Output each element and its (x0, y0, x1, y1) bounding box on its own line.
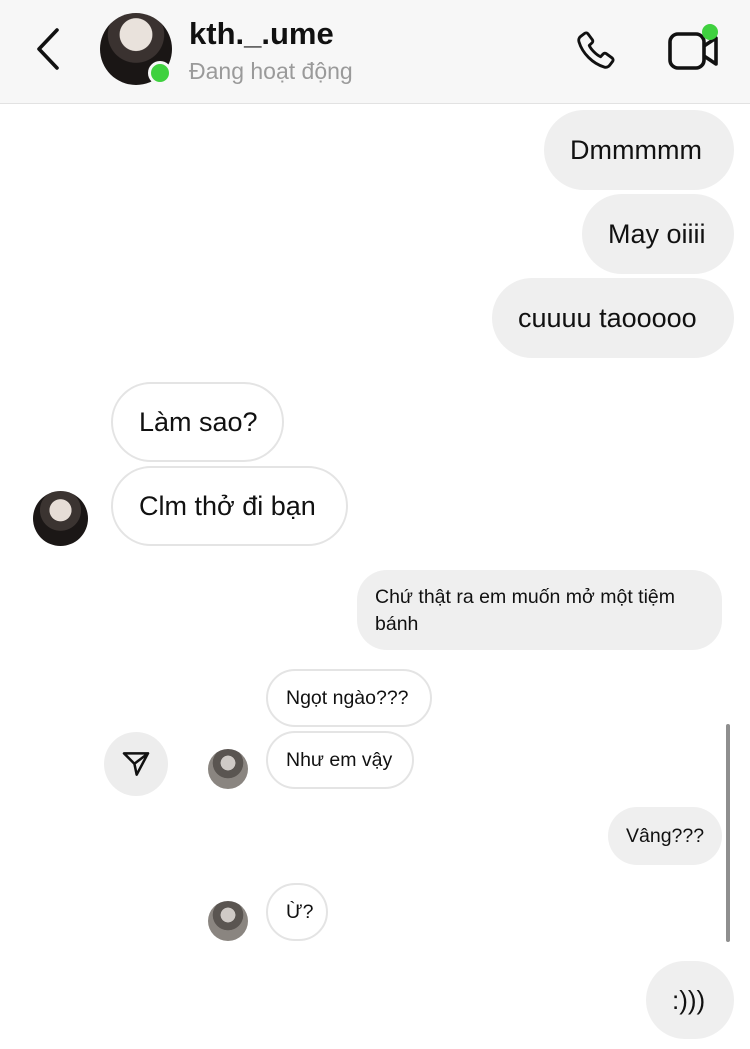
contact-avatar[interactable] (100, 13, 172, 85)
sender-avatar[interactable] (208, 749, 248, 789)
contact-name[interactable]: kth._.ume (189, 16, 334, 52)
sender-avatar[interactable] (208, 901, 248, 941)
chevron-left-icon (37, 28, 59, 70)
video-active-indicator (702, 24, 718, 40)
video-call-button[interactable] (664, 22, 724, 78)
send-icon (122, 752, 150, 776)
incoming-message[interactable]: Ngọt ngào??? (266, 669, 432, 727)
share-button[interactable] (104, 732, 168, 796)
chat-header: kth._.ume Đang hoạt động (0, 0, 750, 104)
outgoing-message[interactable]: :))) (646, 961, 734, 1039)
outgoing-message[interactable]: Dmmmmm (544, 110, 734, 190)
online-indicator (148, 61, 172, 85)
back-button[interactable] (28, 26, 68, 72)
incoming-message[interactable]: Làm sao? (111, 382, 284, 462)
chat-screen: kth._.ume Đang hoạt động Dmmmmm May oiii… (0, 0, 750, 1049)
contact-status: Đang hoạt động (189, 58, 353, 84)
outgoing-message[interactable]: Vâng??? (608, 807, 722, 865)
incoming-message[interactable]: Như em vậy (266, 731, 414, 789)
incoming-message[interactable]: Clm thở đi bạn (111, 466, 348, 546)
outgoing-message[interactable]: May oiiii (582, 194, 734, 274)
voice-call-button[interactable] (568, 24, 622, 78)
sender-avatar[interactable] (33, 491, 88, 546)
outgoing-message[interactable]: Chứ thật ra em muốn mở một tiệm bánh (357, 570, 722, 650)
incoming-message[interactable]: Ừ? (266, 883, 328, 941)
scrollbar[interactable] (726, 724, 730, 942)
outgoing-message[interactable]: cuuuu taooooo (492, 278, 734, 358)
phone-icon (577, 31, 615, 69)
